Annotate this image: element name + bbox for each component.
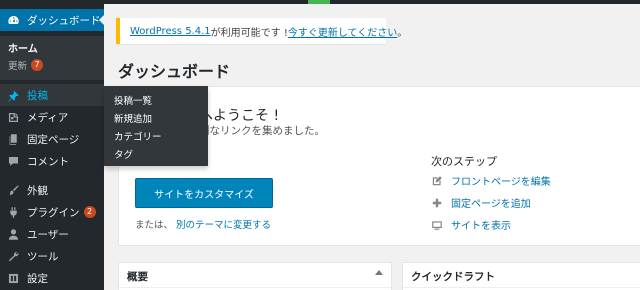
sidebar-item-tools[interactable]: ツール (0, 245, 104, 267)
next-steps-heading: 次のステップ (431, 155, 497, 168)
sidebar-item-label: ツール (27, 250, 59, 263)
wrench-icon (6, 249, 20, 263)
admin-bar (0, 0, 640, 4)
flyout-item-tags[interactable]: タグ (114, 147, 133, 161)
welcome-heading: へようこそ ! (199, 108, 280, 124)
sidebar-item-appearance[interactable]: 外観 (0, 179, 104, 201)
widget-divider (119, 287, 391, 288)
user-icon (6, 227, 20, 241)
sidebar-item-label: 外観 (27, 184, 48, 197)
wordpress-version-link[interactable]: WordPress 5.4.1 (130, 26, 211, 37)
flyout-item-categories[interactable]: カテゴリー (114, 129, 162, 143)
sidebar-item-posts[interactable]: 投稿 (0, 84, 105, 106)
widget-divider (403, 287, 640, 288)
notice-end: 。 (397, 27, 408, 39)
sidebar-item-plugins[interactable]: プラグイン 2 (0, 201, 104, 223)
update-now-link[interactable]: 今すぐ更新してください (288, 24, 397, 39)
sidebar-item-users[interactable]: ユーザー (0, 223, 104, 245)
page-icon (6, 132, 20, 146)
settings-icon (6, 271, 20, 285)
step-edit-front-page[interactable]: フロントページを編集 (431, 173, 551, 188)
change-theme-line: または、 別のテーマに変更する (135, 217, 271, 231)
dashboard-icon (6, 13, 20, 27)
submenu-updates[interactable]: 更新 7 (8, 58, 44, 72)
step-label: サイトを表示 (451, 221, 511, 232)
step-view-site[interactable]: サイトを表示 (431, 217, 511, 232)
edit-icon (431, 175, 443, 187)
brush-icon (6, 183, 20, 197)
overview-widget: 概要 (118, 262, 392, 290)
change-theme-link[interactable]: 別のテーマに変更する (176, 220, 271, 231)
flyout-item-all-posts[interactable]: 投稿一覧 (114, 93, 152, 107)
sidebar-item-label: 固定ページ (27, 133, 80, 146)
collapse-toggle-icon[interactable] (375, 270, 383, 275)
step-add-page[interactable]: 固定ページを追加 (431, 195, 531, 210)
or-text: または、 (135, 220, 174, 231)
page-title: ダッシュボード (118, 62, 231, 81)
overview-widget-title: 概要 (127, 271, 148, 283)
step-label: 固定ページを追加 (451, 199, 531, 210)
plugins-count-badge: 2 (83, 206, 96, 218)
plus-icon (431, 197, 443, 209)
sidebar-item-pages[interactable]: 固定ページ (0, 128, 104, 150)
sidebar-item-label: ユーザー (27, 228, 69, 241)
quick-draft-widget: クイックドラフト (402, 262, 640, 290)
comment-icon (6, 154, 20, 168)
sidebar-item-dashboard[interactable]: ダッシュボード (0, 9, 105, 31)
sidebar-item-label: コメント (27, 155, 69, 168)
dashboard-submenu: ホーム 更新 7 (0, 36, 104, 80)
admin-sidebar: ダッシュボード ホーム 更新 7 投稿 メディア 固定ページ コメント 外観 プ… (0, 0, 105, 290)
sidebar-item-comments[interactable]: コメント (0, 150, 104, 172)
notice-text: が利用可能です ! (210, 27, 288, 39)
plugin-icon (6, 205, 20, 219)
customize-site-button[interactable]: サイトをカスタマイズ (135, 178, 273, 208)
welcome-about: 利なリンクを集めました。 (199, 125, 325, 137)
sidebar-item-settings[interactable]: 設定 (0, 267, 104, 289)
updates-count-badge: 7 (31, 59, 44, 71)
admin-bar-indicator (308, 0, 330, 4)
submenu-updates-label: 更新 (8, 61, 28, 72)
quick-draft-widget-title: クイックドラフト (411, 271, 495, 283)
sidebar-item-label: 投稿 (27, 89, 48, 102)
step-label: フロントページを編集 (451, 177, 551, 188)
submenu-home[interactable]: ホーム (8, 40, 38, 55)
view-icon (431, 219, 443, 231)
flyout-item-add-new[interactable]: 新規追加 (114, 111, 152, 125)
media-icon (6, 110, 20, 124)
pin-icon (6, 88, 20, 102)
sidebar-item-label: ダッシュボード (27, 14, 101, 27)
current-arrow (99, 14, 105, 26)
update-notice: WordPress 5.4.1 が利用可能です ! 今すぐ更新してください 。 (116, 18, 407, 44)
sidebar-item-label: メディア (27, 111, 69, 124)
sidebar-item-label: 設定 (27, 272, 48, 285)
posts-flyout-menu: 投稿一覧 新規追加 カテゴリー タグ (104, 86, 208, 166)
sidebar-item-label: プラグイン (27, 206, 80, 219)
sidebar-item-media[interactable]: メディア (0, 106, 104, 128)
